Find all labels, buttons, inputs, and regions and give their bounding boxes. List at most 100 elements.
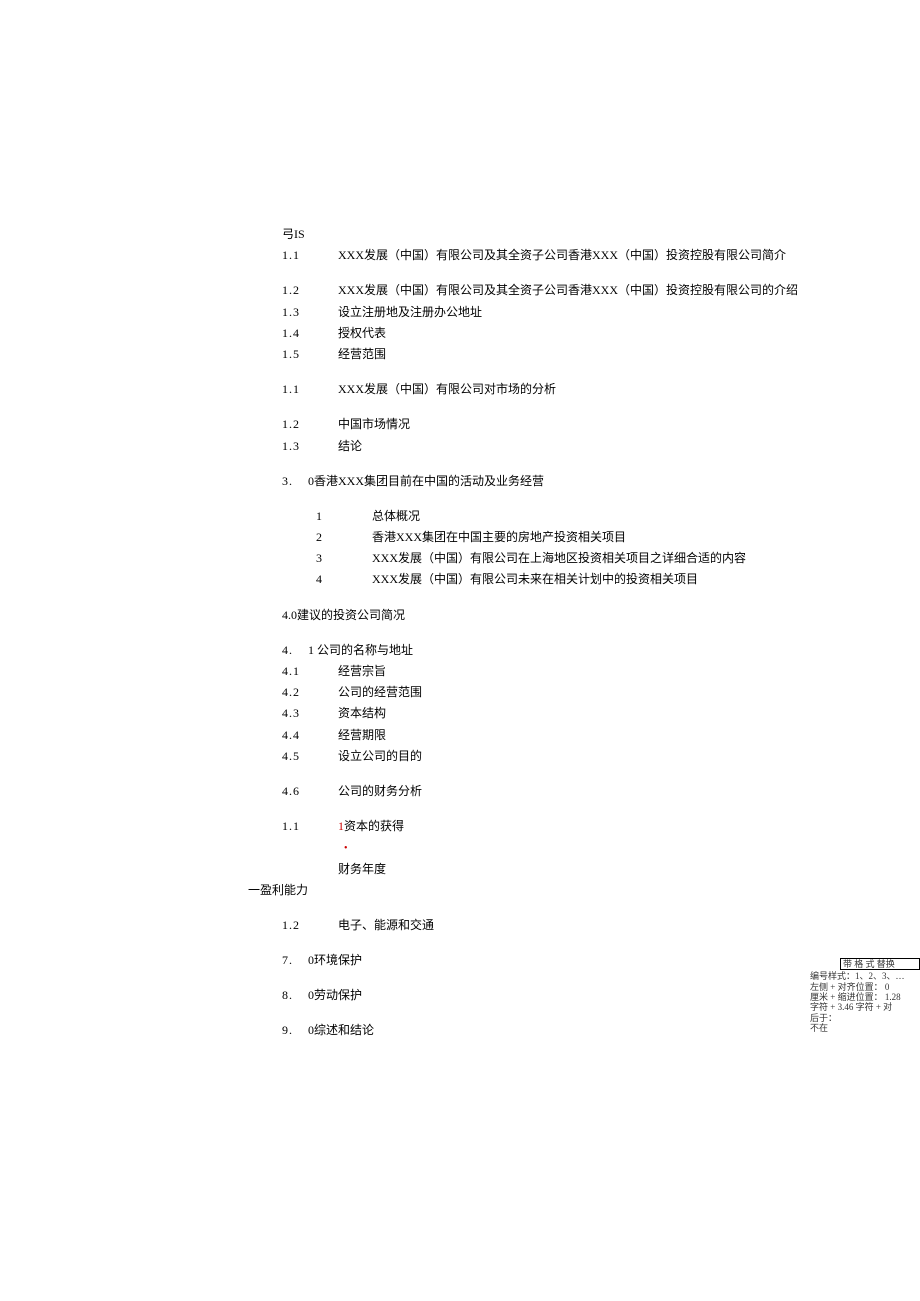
toc-line: 财务年度 [282, 860, 840, 879]
toc-number: 1.2 [282, 415, 320, 434]
toc-line: 1.1 XXX发展（中国）有限公司对市场的分析 [282, 380, 840, 399]
annotation-header: 带 格 式 替换 [840, 958, 920, 970]
toc-text: 经营宗旨 [338, 664, 386, 678]
toc-number: 4. [282, 641, 308, 660]
toc-text: 1 公司的名称与地址 [308, 643, 413, 657]
toc-line: 4.1 经营宗旨 [282, 662, 840, 681]
toc-text: 4.0建议的投资公司简况 [282, 608, 405, 622]
toc-number: 4.1 [282, 662, 320, 681]
toc-line: 4.5 设立公司的目的 [282, 747, 840, 766]
toc-text: XXX发展（中国）有限公司未来在相关计划中的投资相关项目 [372, 572, 698, 586]
toc-line: 1 总体概况 [282, 507, 840, 526]
toc-text: 授权代表 [338, 326, 386, 340]
spacer [282, 1007, 840, 1021]
toc-line: 4 XXX发展（中国）有限公司未来在相关计划中的投资相关项目 [282, 570, 840, 589]
toc-number: 1.5 [282, 345, 320, 364]
toc-text: XXX发展（中国）有限公司在上海地区投资相关项目之详细合适的内容 [372, 551, 746, 565]
spacer [282, 972, 840, 986]
toc-text: 一盈利能力 [248, 883, 308, 897]
toc-text: 总体概况 [372, 509, 420, 523]
toc-line: 4.6 公司的财务分析 [282, 782, 840, 801]
toc-number: 1.1 [282, 246, 320, 265]
toc-number: 4.4 [282, 726, 320, 745]
toc-text: 香港XXX集团在中国主要的房地产投资相关项目 [372, 530, 626, 544]
toc-line: 9.0综述和结论 [282, 1021, 840, 1040]
toc-number: 1.3 [282, 437, 320, 456]
toc-text: 0综述和结论 [308, 1023, 374, 1037]
toc-line: 1.3 设立注册地及注册办公地址 [282, 303, 840, 322]
toc-number: 1.2 [282, 281, 320, 300]
toc-line: 4.0建议的投资公司简况 [282, 606, 840, 625]
toc-number: 8. [282, 986, 308, 1005]
toc-number: 4.5 [282, 747, 320, 766]
spacer [282, 267, 840, 281]
spacer [282, 592, 840, 606]
toc-text: 电子、能源和交通 [338, 918, 434, 932]
toc-line: 4.4 经营期限 [282, 726, 840, 745]
toc-number: 1 [316, 507, 354, 526]
toc-text: 中国市场情况 [338, 417, 410, 431]
toc-line: 3 XXX发展（中国）有限公司在上海地区投资相关项目之详细合适的内容 [282, 549, 840, 568]
toc-line: 1.11资本的获得 [282, 817, 840, 836]
spacer [282, 902, 840, 916]
toc-number: 3. [282, 472, 308, 491]
bullet-marker: • [282, 838, 840, 857]
toc-text: 公司的财务分析 [338, 784, 422, 798]
toc-number: 1.4 [282, 324, 320, 343]
toc-text: 资本结构 [338, 706, 386, 720]
toc-line: 一盈利能力 [248, 881, 840, 900]
toc-number: 1.2 [282, 916, 320, 935]
toc-text: 设立公司的目的 [338, 749, 422, 763]
toc-text: 经营范围 [338, 347, 386, 361]
toc-number: 3 [316, 549, 354, 568]
header-text: 弓IS [282, 225, 840, 244]
toc-line: 4.1 公司的名称与地址 [282, 641, 840, 660]
toc-line: 2 香港XXX集团在中国主要的房地产投资相关项目 [282, 528, 840, 547]
toc-line: 4.3 资本结构 [282, 704, 840, 723]
spacer [282, 366, 840, 380]
toc-number: 2 [316, 528, 354, 547]
toc-number: 4.2 [282, 683, 320, 702]
spacer [282, 458, 840, 472]
toc-line: 1.3 结论 [282, 437, 840, 456]
toc-line: 1.1 XXX发展（中国）有限公司及其全资子公司香港XXX（中国）投资控股有限公司… [282, 246, 840, 265]
toc-number: 1.1 [282, 380, 320, 399]
spacer [282, 627, 840, 641]
spacer [282, 493, 840, 507]
toc-text: XXX发展（中国）有限公司及其全资子公司香港XXX（中国）投资控股有限公司的介绍 [338, 283, 798, 297]
spacer [282, 937, 840, 951]
toc-text: 经营期限 [338, 728, 386, 742]
toc-text: 资本的获得 [344, 819, 404, 833]
toc-number: 1.1 [282, 817, 320, 836]
toc-number: 7. [282, 951, 308, 970]
toc-text: 0劳动保护 [308, 988, 362, 1002]
format-annotation: 带 格 式 替换 编号样式：1、2、3、… 左侧 + 对齐位置： 0 厘米 + … [810, 958, 920, 1033]
toc-number: 4.6 [282, 782, 320, 801]
content-body: 1.1 XXX发展（中国）有限公司及其全资子公司香港XXX（中国）投资控股有限公司… [282, 246, 840, 1040]
toc-text: XXX发展（中国）有限公司对市场的分析 [338, 382, 556, 396]
toc-line: 1.2 XXX发展（中国）有限公司及其全资子公司香港XXX（中国）投资控股有限公司… [282, 281, 840, 300]
annotation-body: 编号样式：1、2、3、… 左侧 + 对齐位置： 0 厘米 + 缩进位置： 1.2… [810, 971, 920, 1033]
toc-text: 公司的经营范围 [338, 685, 422, 699]
toc-number: 4 [316, 570, 354, 589]
toc-line: 3.0香港XXX集团目前在中国的活动及业务经营 [282, 472, 840, 491]
spacer [282, 768, 840, 782]
toc-line: 8.0劳动保护 [282, 986, 840, 1005]
toc-line: 7.0环境保护 [282, 951, 840, 970]
spacer [282, 401, 840, 415]
toc-line: 1.4 授权代表 [282, 324, 840, 343]
toc-text: 结论 [338, 439, 362, 453]
toc-text: 财务年度 [338, 862, 386, 876]
toc-line: 1.5 经营范围 [282, 345, 840, 364]
toc-number: 1.3 [282, 303, 320, 322]
toc-line: 1.2 电子、能源和交通 [282, 916, 840, 935]
document-page: 弓IS 1.1 XXX发展（中国）有限公司及其全资子公司香港XXX（中国）投资控股… [0, 0, 920, 1123]
toc-text: 0香港XXX集团目前在中国的活动及业务经营 [308, 474, 544, 488]
toc-number: 4.3 [282, 704, 320, 723]
toc-text: 设立注册地及注册办公地址 [338, 305, 482, 319]
toc-text: 0环境保护 [308, 953, 362, 967]
toc-text: XXX发展（中国）有限公司及其全资子公司香港XXX（中国）投资控股有限公司简介 [338, 248, 786, 262]
spacer [282, 803, 840, 817]
toc-line: 1.2 中国市场情况 [282, 415, 840, 434]
toc-line: 4.2 公司的经营范围 [282, 683, 840, 702]
